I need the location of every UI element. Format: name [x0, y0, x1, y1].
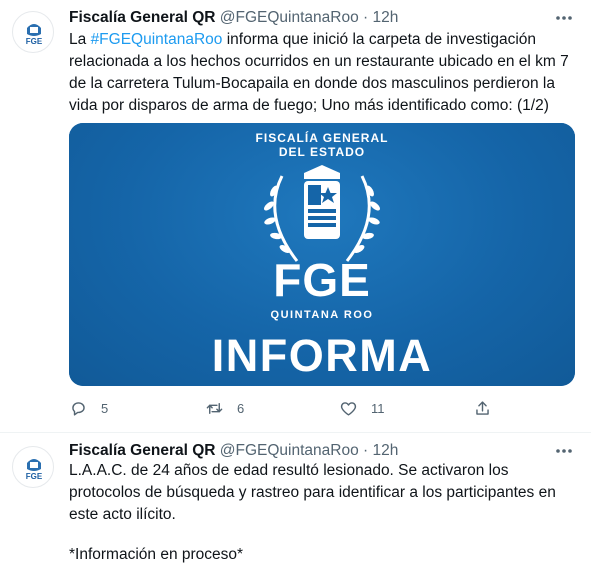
tweet-text-start: La — [69, 31, 91, 48]
more-icon[interactable] — [553, 441, 575, 461]
retweet-button[interactable]: 6 — [205, 396, 244, 420]
tweet-actions: 5 6 11 — [69, 396, 499, 420]
media-subtitle: QUINTANA ROO — [270, 309, 374, 321]
tweet-header: Fiscalía General QR @FGEQuintanaRoo · 12… — [69, 441, 398, 461]
timestamp[interactable]: 12h — [373, 442, 399, 459]
tweet-2[interactable]: FGE Fiscalía General QR @FGEQuintanaRoo … — [0, 433, 591, 563]
retweet-icon — [206, 402, 223, 414]
reply-icon — [72, 401, 85, 416]
fge-logo-icon: FGE — [26, 24, 43, 46]
fge-logo-icon: FGE — [26, 459, 43, 481]
svg-text:FGE: FGE — [26, 472, 43, 481]
author-name[interactable]: Fiscalía General QR — [69, 442, 215, 459]
share-button[interactable] — [473, 396, 492, 420]
avatar[interactable]: FGE — [12, 446, 54, 488]
tweet-text: La #FGEQuintanaRoo informa que inició la… — [69, 29, 577, 117]
media-logo-text: FGE — [273, 254, 371, 306]
like-icon — [340, 401, 357, 416]
author-name[interactable]: Fiscalía General QR — [69, 9, 215, 26]
more-icon[interactable] — [553, 8, 575, 28]
media-title-line1: FISCALÍA GENERAL — [255, 131, 389, 145]
separator: · — [363, 442, 369, 459]
laurel-emblem-icon — [264, 165, 380, 262]
reply-count: 5 — [101, 400, 109, 416]
tweet-header: Fiscalía General QR @FGEQuintanaRoo · 12… — [69, 8, 398, 28]
hashtag-link[interactable]: #FGEQuintanaRoo — [91, 31, 223, 48]
author-handle[interactable]: @FGEQuintanaRoo — [220, 442, 359, 459]
avatar[interactable]: FGE — [12, 11, 54, 53]
tweet-text: L.A.A.C. de 24 años de edad resultó lesi… — [69, 460, 577, 566]
tweet-text-paragraph: L.A.A.C. de 24 años de edad resultó lesi… — [69, 462, 556, 523]
reply-button[interactable]: 5 — [69, 396, 108, 420]
author-handle[interactable]: @FGEQuintanaRoo — [220, 9, 359, 26]
media-banner: INFORMA — [211, 330, 433, 381]
tweet-1[interactable]: FGE Fiscalía General QR @FGEQuintanaRoo … — [0, 0, 591, 433]
retweet-count: 6 — [237, 400, 245, 416]
share-icon — [476, 400, 489, 415]
media-image[interactable]: FISCALÍA GENERAL DEL ESTADO FGE QUINTANA… — [69, 123, 575, 386]
svg-text:FGE: FGE — [26, 37, 43, 46]
like-button[interactable]: 11 — [339, 396, 385, 420]
separator: · — [363, 9, 369, 26]
media-title-line2: DEL ESTADO — [278, 145, 366, 159]
timestamp[interactable]: 12h — [373, 9, 399, 26]
like-count: 11 — [371, 400, 385, 416]
